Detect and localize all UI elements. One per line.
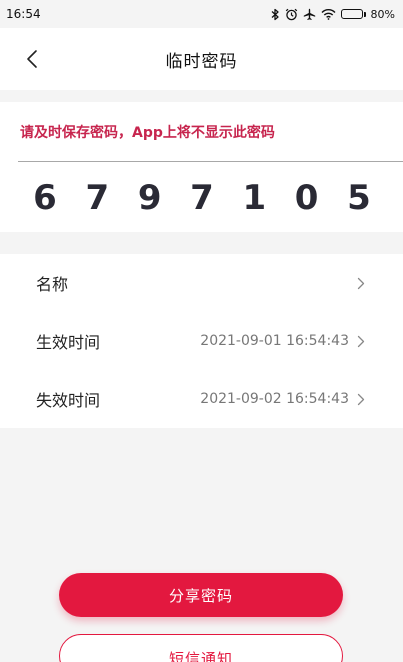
alarm-icon bbox=[285, 8, 298, 21]
password-card: 请及时保存密码，App上将不显示此密码 6 7 9 7 1 0 5 bbox=[0, 102, 403, 232]
status-bar: 16:54 80% bbox=[0, 0, 403, 28]
password-info-list: 名称 生效时间 2021-09-01 16:54:43 失效时间 2021-09… bbox=[0, 254, 403, 428]
battery-icon bbox=[340, 9, 366, 19]
nav-bar: 临时密码 bbox=[0, 28, 403, 90]
row-label: 失效时间 bbox=[36, 391, 101, 410]
wifi-icon bbox=[321, 8, 336, 20]
row-label: 生效时间 bbox=[36, 333, 101, 352]
battery-percent: 80% bbox=[370, 7, 395, 21]
status-icons: 80% bbox=[271, 8, 395, 21]
chevron-right-icon bbox=[357, 277, 365, 289]
expiry-time-row[interactable]: 失效时间 2021-09-02 16:54:43 bbox=[0, 370, 403, 428]
page-title: 临时密码 bbox=[165, 51, 238, 72]
effective-time-row[interactable]: 生效时间 2021-09-01 16:54:43 bbox=[0, 312, 403, 370]
share-password-button[interactable]: 分享密码 bbox=[59, 573, 343, 617]
row-value: 2021-09-02 16:54:43 bbox=[200, 391, 349, 407]
password-digit: 7 bbox=[85, 178, 110, 218]
password-digit: 6 bbox=[33, 178, 57, 218]
password-digit: 0 bbox=[294, 178, 319, 218]
chevron-right-icon bbox=[357, 393, 365, 405]
password-digit: 7 bbox=[190, 178, 214, 218]
back-arrow-icon bbox=[27, 50, 37, 68]
row-value: 2021-09-01 16:54:43 bbox=[200, 333, 349, 349]
chevron-right-icon bbox=[357, 335, 365, 347]
save-warning: 请及时保存密码，App上将不显示此密码 bbox=[20, 125, 275, 141]
password-digit: 5 bbox=[347, 178, 371, 218]
back-button[interactable] bbox=[18, 44, 46, 74]
name-row[interactable]: 名称 bbox=[0, 254, 403, 312]
row-label: 名称 bbox=[36, 275, 69, 294]
bluetooth-icon bbox=[271, 8, 280, 21]
sms-notify-button[interactable]: 短信通知 bbox=[59, 634, 343, 662]
status-time: 16:54 bbox=[6, 7, 41, 21]
divider bbox=[18, 161, 403, 162]
password-digits: 6 7 9 7 1 0 5 bbox=[30, 172, 374, 224]
airplane-icon bbox=[303, 8, 316, 21]
password-digit: 9 bbox=[137, 178, 162, 218]
password-digit: 1 bbox=[242, 178, 267, 218]
